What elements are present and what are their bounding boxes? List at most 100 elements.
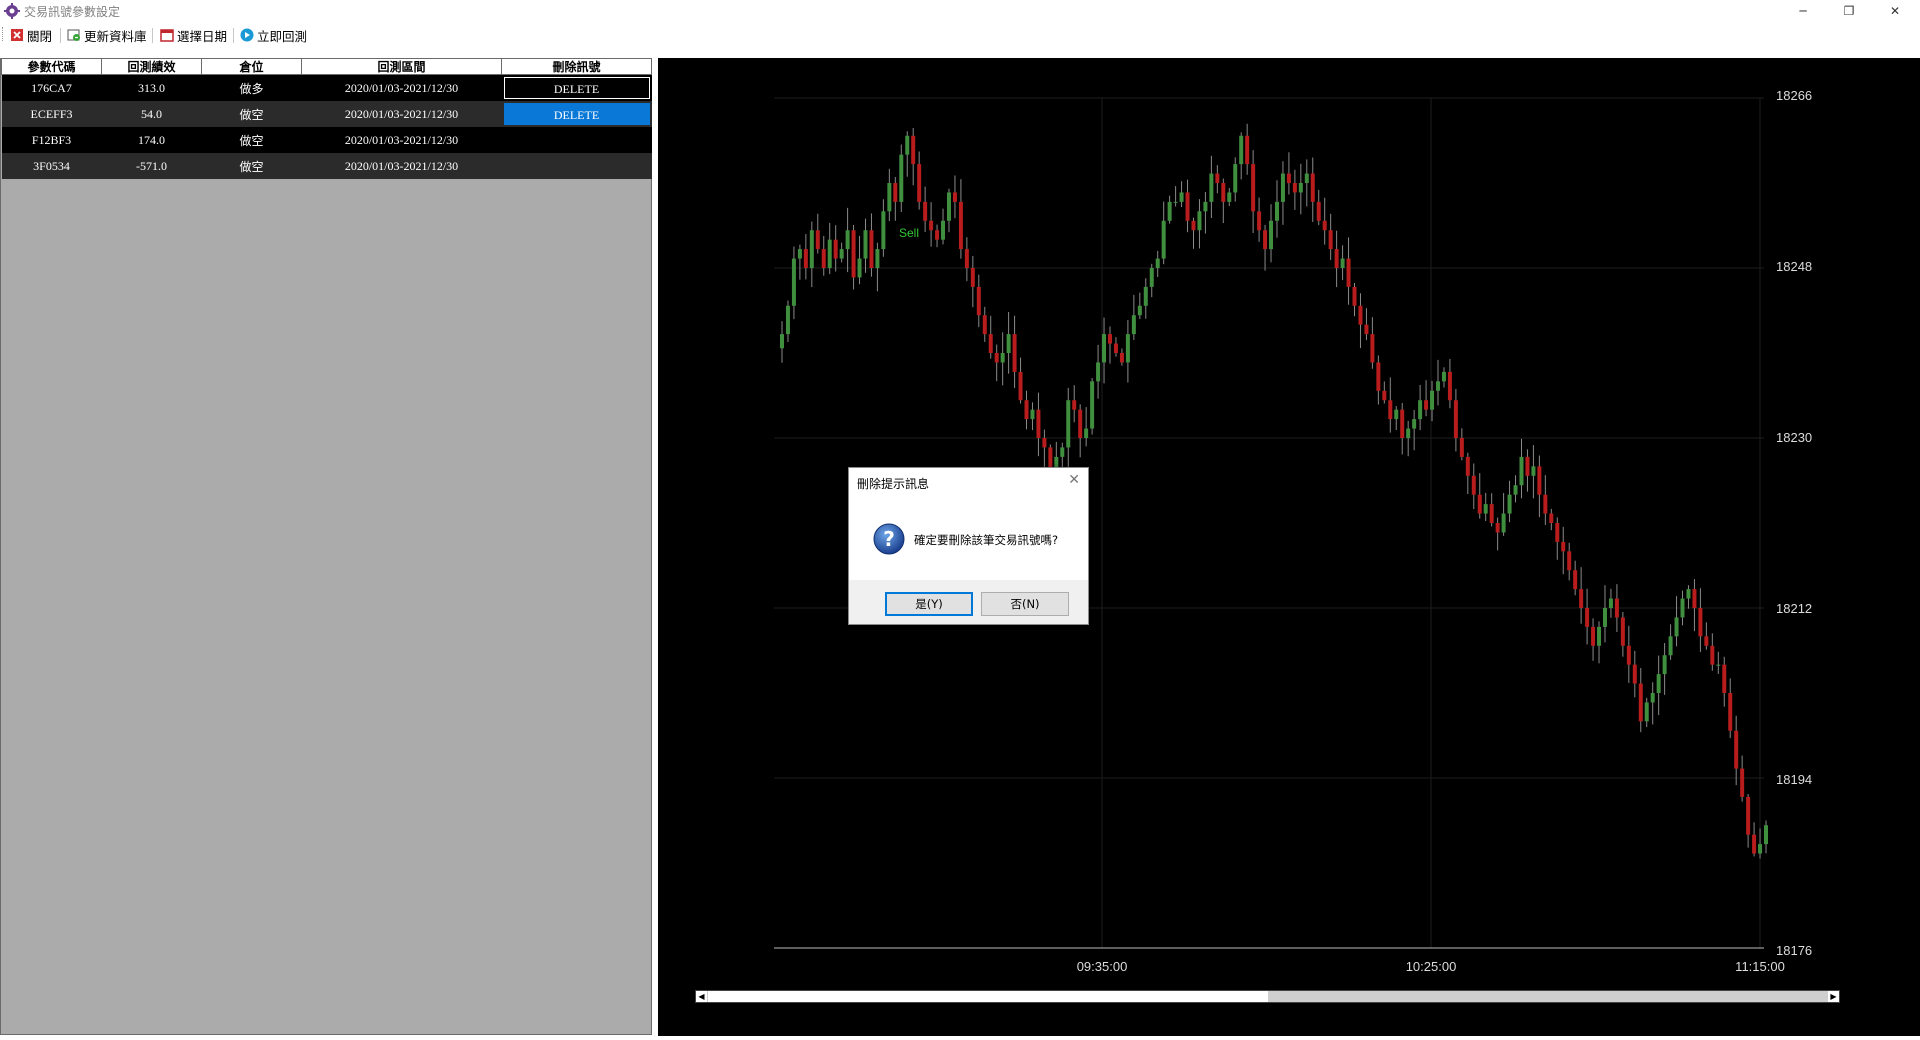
candle-body bbox=[1173, 201, 1178, 203]
candle bbox=[1286, 152, 1291, 195]
candle-body bbox=[1424, 400, 1429, 410]
candle-body bbox=[1758, 844, 1763, 854]
cell-range: 2020/01/03-2021/12/30 bbox=[301, 127, 502, 153]
close-button[interactable]: 關閉 bbox=[10, 25, 52, 45]
toolbar-grip[interactable] bbox=[2, 27, 5, 41]
candle-body bbox=[1185, 192, 1190, 221]
run-backtest-label: 立即回測 bbox=[257, 28, 308, 44]
candle bbox=[958, 179, 963, 259]
scroll-thumb[interactable] bbox=[708, 991, 1268, 1002]
candle bbox=[1513, 475, 1518, 503]
candle bbox=[1412, 409, 1417, 451]
scroll-left-arrow-icon[interactable]: ◀ bbox=[696, 991, 707, 1002]
header-performance[interactable]: 回測績效 bbox=[101, 59, 202, 75]
candle-body bbox=[1149, 268, 1154, 287]
candle-body bbox=[1233, 164, 1238, 193]
candle-body bbox=[1316, 201, 1321, 221]
cell-delete[interactable] bbox=[501, 127, 652, 153]
cell-delete[interactable] bbox=[501, 153, 652, 179]
header-delete[interactable]: 刪除訊號 bbox=[501, 59, 652, 75]
candle-body bbox=[941, 220, 946, 240]
candle-body bbox=[1650, 693, 1655, 703]
candle-body bbox=[1602, 608, 1607, 627]
run-backtest-button[interactable]: 立即回測 bbox=[240, 25, 307, 45]
candle bbox=[797, 244, 802, 280]
candle bbox=[1483, 492, 1488, 522]
candle-body bbox=[1471, 475, 1476, 495]
candle bbox=[1668, 624, 1673, 660]
candle-body bbox=[1537, 466, 1542, 495]
candle bbox=[1018, 357, 1023, 404]
no-button[interactable]: 否(N) bbox=[981, 592, 1069, 616]
table-row[interactable]: 3F0534 -571.0 做空 2020/01/03-2021/12/30 bbox=[1, 153, 652, 179]
select-date-button[interactable]: 選擇日期 bbox=[160, 25, 227, 45]
candle-body bbox=[976, 286, 981, 316]
minimize-button[interactable]: ─ bbox=[1780, 0, 1826, 22]
header-position[interactable]: 倉位 bbox=[201, 59, 302, 75]
candle bbox=[988, 315, 993, 359]
candle bbox=[1316, 189, 1321, 226]
table-row[interactable]: F12BF3 174.0 做空 2020/01/03-2021/12/30 bbox=[1, 127, 652, 153]
delete-button[interactable]: DELETE bbox=[503, 77, 650, 99]
candle bbox=[1155, 250, 1160, 277]
candle bbox=[1167, 195, 1172, 224]
candle bbox=[1292, 169, 1297, 210]
title-bar: 交易訊號參數設定 ─ ❐ ✕ bbox=[0, 0, 1920, 22]
candle bbox=[887, 168, 892, 222]
candle-body bbox=[1102, 334, 1107, 363]
delete-confirm-dialog: 刪除提示訊息 ✕ ? 確定要刪除該筆交易訊號嗎? 是(Y) 否(N) bbox=[848, 467, 1089, 625]
scroll-right-arrow-icon[interactable]: ▶ bbox=[1828, 991, 1839, 1002]
candle-body bbox=[1406, 428, 1411, 438]
candle-body bbox=[1257, 211, 1262, 231]
candle bbox=[821, 235, 826, 276]
chart-horizontal-scrollbar[interactable]: ◀ ▶ bbox=[695, 990, 1840, 1003]
candle bbox=[1274, 180, 1279, 238]
candle-body bbox=[1555, 523, 1560, 542]
table-row[interactable]: 176CA7 313.0 做多 2020/01/03-2021/12/30 DE… bbox=[1, 74, 652, 101]
candle-body bbox=[863, 230, 868, 259]
candle-body bbox=[1006, 334, 1011, 353]
candle bbox=[1269, 204, 1274, 263]
candle bbox=[1764, 820, 1768, 854]
candle bbox=[1036, 392, 1041, 457]
dialog-close-icon[interactable]: ✕ bbox=[1068, 472, 1080, 488]
candle bbox=[1233, 157, 1238, 202]
close-window-button[interactable]: ✕ bbox=[1872, 0, 1918, 22]
candle-body bbox=[1400, 409, 1405, 438]
candle bbox=[845, 207, 850, 273]
candle-body bbox=[1269, 220, 1274, 250]
candle bbox=[875, 242, 880, 292]
candle bbox=[1459, 428, 1464, 461]
candle bbox=[1346, 237, 1351, 305]
cell-position: 做空 bbox=[201, 101, 302, 127]
candle-body bbox=[1179, 192, 1184, 202]
candle bbox=[1620, 612, 1625, 657]
cell-range: 2020/01/03-2021/12/30 bbox=[301, 101, 502, 127]
delete-button[interactable]: DELETE bbox=[503, 103, 650, 125]
candle bbox=[1537, 455, 1542, 518]
candle-body bbox=[1090, 381, 1095, 429]
candle-body bbox=[1131, 315, 1136, 335]
candle-body bbox=[958, 201, 963, 250]
time-tick-label: 11:15:00 bbox=[1735, 959, 1785, 974]
candle bbox=[1000, 332, 1005, 386]
update-database-button[interactable]: 更新資料庫 bbox=[67, 25, 147, 45]
candle bbox=[1137, 292, 1142, 320]
candle-body bbox=[1549, 513, 1554, 523]
sell-signal-label: Sell bbox=[899, 226, 919, 240]
table-row[interactable]: ECEFF3 54.0 做空 2020/01/03-2021/12/30 DEL… bbox=[1, 101, 652, 127]
candle bbox=[1597, 621, 1602, 664]
header-code[interactable]: 參數代碼 bbox=[1, 59, 102, 75]
candle-body bbox=[1680, 598, 1685, 618]
candle-body bbox=[1573, 570, 1578, 590]
cell-performance: 313.0 bbox=[101, 74, 202, 101]
candle bbox=[1602, 585, 1607, 643]
candle bbox=[1441, 367, 1446, 388]
header-range[interactable]: 回測區間 bbox=[301, 59, 502, 75]
candle-body bbox=[1292, 183, 1297, 193]
candle bbox=[976, 274, 981, 328]
yes-button[interactable]: 是(Y) bbox=[885, 592, 973, 616]
candle-body bbox=[952, 192, 957, 202]
candle-body bbox=[851, 230, 856, 278]
restore-button[interactable]: ❐ bbox=[1826, 0, 1872, 22]
